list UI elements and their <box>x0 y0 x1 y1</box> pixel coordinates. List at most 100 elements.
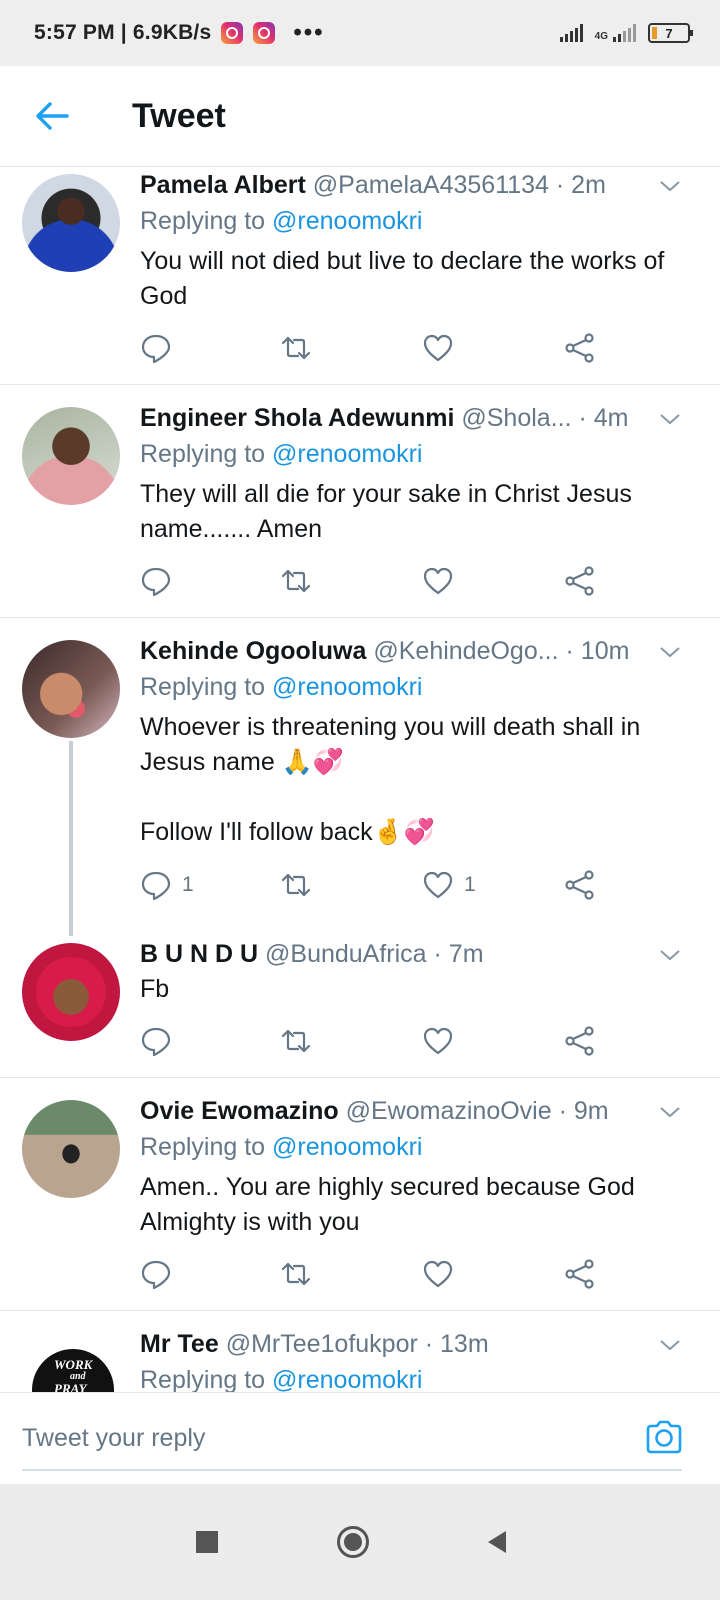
tweet-header: Kehinde Ogooluwa @KehindeOgo... · 10m <box>140 636 650 666</box>
tweet[interactable]: Engineer Shola Adewunmi @Shola... · 4m R… <box>0 385 720 618</box>
tweet-header: Pamela Albert @PamelaA43561134 · 2m <box>140 170 650 200</box>
signal-icon <box>613 24 636 42</box>
avatar[interactable] <box>22 1100 120 1198</box>
share-button[interactable] <box>564 328 596 368</box>
home-button[interactable] <box>336 1520 370 1564</box>
mention-link[interactable]: @renoomokri <box>272 207 422 235</box>
battery-level: 7 <box>665 25 673 41</box>
author-name[interactable]: Mr Tee <box>140 1330 219 1358</box>
chevron-down-icon[interactable] <box>658 1333 682 1357</box>
avatar[interactable] <box>22 407 120 505</box>
share-icon <box>565 870 594 900</box>
author-handle-time: @KehindeOgo... · 10m <box>373 637 630 665</box>
more-notifications-icon: ••• <box>293 19 325 46</box>
status-left: 5:57 PM | 6.9KB/s ••• <box>34 19 325 47</box>
reply-icon <box>141 1027 171 1057</box>
retweet-button[interactable] <box>280 561 312 601</box>
system-nav-bar <box>0 1484 720 1600</box>
status-bar: 5:57 PM | 6.9KB/s ••• 4G 7 <box>0 0 720 66</box>
avatar[interactable] <box>22 943 120 1041</box>
mobile-data-icon: 4G <box>595 24 636 42</box>
retweet-icon <box>281 1029 311 1053</box>
retweet-button[interactable] <box>280 1254 312 1294</box>
back-nav-button[interactable] <box>484 1520 510 1564</box>
heart-icon <box>423 567 453 595</box>
chevron-down-icon[interactable] <box>658 1100 682 1124</box>
reply-button[interactable] <box>140 328 182 368</box>
reply-input[interactable] <box>22 1407 682 1471</box>
tweet[interactable]: Pamela Albert @PamelaA43561134 · 2m Repl… <box>0 168 720 385</box>
retweet-icon <box>281 873 311 897</box>
tweet-actions: 1 1 <box>140 865 620 905</box>
author-name[interactable]: Pamela Albert <box>140 171 306 199</box>
app-header: Tweet <box>0 66 720 167</box>
tweet-actions <box>140 1254 620 1294</box>
reply-button[interactable] <box>140 561 182 601</box>
avatar[interactable] <box>22 174 120 272</box>
reply-icon <box>141 567 171 597</box>
replying-prefix: Replying to <box>140 1133 266 1161</box>
reply-icon <box>141 1260 171 1290</box>
like-button[interactable] <box>422 1021 464 1061</box>
tweet[interactable]: Ovie Ewomazino @EwomazinoOvie · 9m Reply… <box>0 1078 720 1311</box>
arrow-left-icon <box>36 102 69 130</box>
mention-link[interactable]: @renoomokri <box>272 673 422 701</box>
retweet-icon <box>281 336 311 360</box>
mention-link[interactable]: @renoomokri <box>272 1133 422 1161</box>
circle-icon <box>337 1526 369 1558</box>
heart-icon <box>423 1027 453 1055</box>
instagram-notification-icon <box>221 22 244 44</box>
mention-link[interactable]: @renoomokri <box>272 1366 422 1392</box>
like-button[interactable] <box>422 561 464 601</box>
share-button[interactable] <box>564 561 596 601</box>
recents-button[interactable] <box>194 1520 220 1564</box>
author-handle-time: @EwomazinoOvie · 9m <box>345 1097 609 1125</box>
author-name[interactable]: B U N D U <box>140 940 258 968</box>
reply-icon <box>141 871 171 901</box>
author-name[interactable]: Engineer Shola Adewunmi <box>140 404 454 432</box>
replying-to: Replying to @renoomokri <box>140 206 422 236</box>
chevron-down-icon[interactable] <box>658 640 682 664</box>
mention-link[interactable]: @renoomokri <box>272 440 422 468</box>
replies-feed[interactable]: Pamela Albert @PamelaA43561134 · 2m Repl… <box>0 168 720 1392</box>
replying-to: Replying to @renoomokri <box>140 672 422 702</box>
chevron-down-icon[interactable] <box>658 943 682 967</box>
reply-button[interactable] <box>140 1254 182 1294</box>
reply-button[interactable]: 1 <box>140 865 194 905</box>
retweet-button[interactable] <box>280 328 312 368</box>
share-icon <box>565 566 594 596</box>
author-name[interactable]: Kehinde Ogooluwa <box>140 637 366 665</box>
replying-prefix: Replying to <box>140 207 266 235</box>
reply-icon <box>141 334 171 364</box>
square-icon <box>196 1531 218 1553</box>
chevron-down-icon[interactable] <box>658 174 682 198</box>
like-button[interactable]: 1 <box>422 865 476 905</box>
tweet[interactable]: WORK and PRAY Mr Tee @MrTee1ofukpor · 13… <box>0 1311 720 1392</box>
share-button[interactable] <box>564 865 596 905</box>
chevron-down-icon[interactable] <box>658 407 682 431</box>
avatar-text: WORK and PRAY <box>54 1357 93 1392</box>
tweet[interactable]: B U N D U @BunduAfrica · 7m Fb <box>0 936 720 1078</box>
avatar[interactable] <box>22 640 120 738</box>
avatar[interactable]: WORK and PRAY <box>22 1333 120 1392</box>
retweet-button[interactable] <box>280 1021 312 1061</box>
reply-button[interactable] <box>140 1021 182 1061</box>
tweet[interactable]: Kehinde Ogooluwa @KehindeOgo... · 10m Re… <box>0 618 720 936</box>
replying-prefix: Replying to <box>140 673 266 701</box>
tweet-header: Ovie Ewomazino @EwomazinoOvie · 9m <box>140 1096 650 1126</box>
like-button[interactable] <box>422 1254 464 1294</box>
status-right: 4G 7 <box>559 23 693 43</box>
retweet-button[interactable] <box>280 865 312 905</box>
retweet-icon <box>281 1262 311 1286</box>
tweet-actions <box>140 328 620 368</box>
replying-prefix: Replying to <box>140 440 266 468</box>
reply-composer <box>0 1392 720 1484</box>
camera-icon[interactable] <box>644 1417 684 1457</box>
network-type-label: 4G <box>594 31 608 42</box>
tweet-text: Whoever is threatening you will death sh… <box>140 713 641 846</box>
share-button[interactable] <box>564 1254 596 1294</box>
like-button[interactable] <box>422 328 464 368</box>
share-button[interactable] <box>564 1021 596 1061</box>
author-name[interactable]: Ovie Ewomazino <box>140 1097 339 1125</box>
back-button[interactable] <box>22 86 82 146</box>
